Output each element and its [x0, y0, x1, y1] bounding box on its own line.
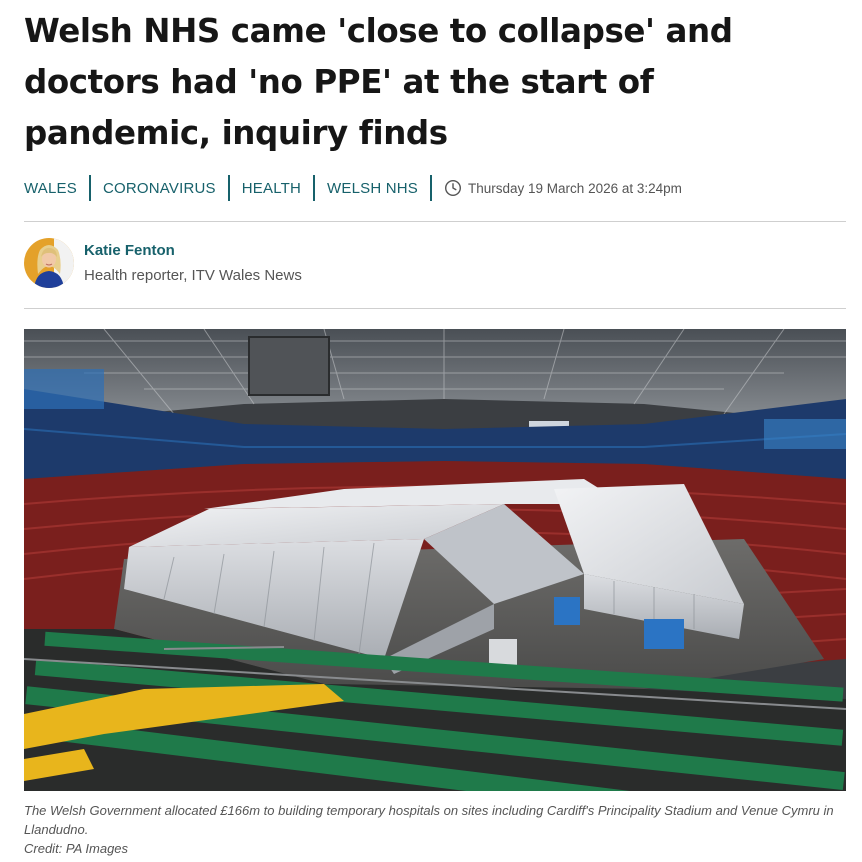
stadium-field-hospital-photo	[24, 329, 846, 791]
author-byline: Katie Fenton Health reporter, ITV Wales …	[24, 238, 302, 288]
tag-divider	[430, 175, 433, 201]
tag-coronavirus[interactable]: CORONAVIRUS	[103, 180, 216, 197]
image-caption: The Welsh Government allocated £166m to …	[24, 801, 846, 858]
article-headline: Welsh NHS came 'close to collapse' and d…	[24, 12, 733, 152]
author-name-link[interactable]: Katie Fenton	[84, 242, 302, 259]
tag-divider	[88, 175, 91, 201]
author-details: Katie Fenton Health reporter, ITV Wales …	[84, 238, 302, 284]
publish-timestamp: Thursday 19 March 2026 at 3:24pm	[444, 179, 682, 197]
tag-health[interactable]: HEALTH	[242, 180, 301, 197]
tag-divider	[313, 175, 316, 201]
tag-welsh-nhs[interactable]: WELSH NHS	[327, 180, 418, 197]
clock-icon	[445, 179, 462, 197]
timestamp-text: Thursday 19 March 2026 at 3:24pm	[468, 180, 682, 196]
article-page: Welsh NHS came 'close to collapse' and d…	[0, 0, 862, 862]
tag-bar: WALES CORONAVIRUS HEALTH WELSH NHS Thurs…	[24, 174, 682, 202]
tag-wales[interactable]: WALES	[24, 180, 77, 197]
caption-credit: Credit: PA Images	[24, 841, 129, 856]
hero-image	[24, 329, 846, 791]
caption-text: The Welsh Government allocated £166m to …	[24, 803, 834, 837]
author-avatar[interactable]	[24, 238, 74, 288]
author-role: Health reporter, ITV Wales News	[84, 267, 302, 284]
divider-bottom	[24, 308, 846, 309]
divider-top	[24, 221, 846, 222]
tag-divider	[227, 175, 230, 201]
